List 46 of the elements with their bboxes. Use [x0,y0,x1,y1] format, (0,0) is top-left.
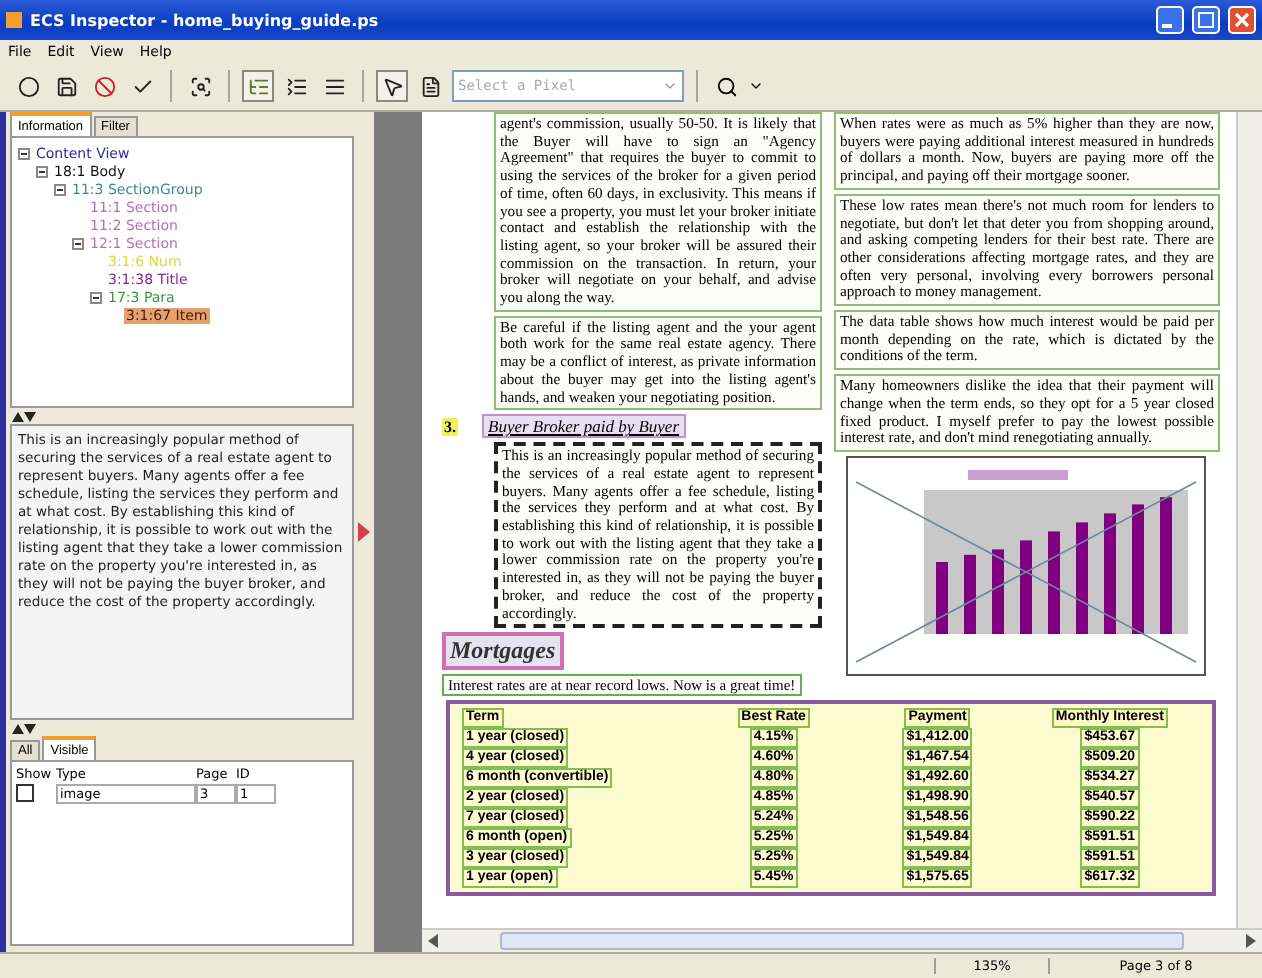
chart-bar [936,561,948,634]
section-title: Mortgages [442,632,564,671]
circle-icon [17,75,39,97]
left-arrow-icon [428,934,438,948]
splitter-arrows-icon[interactable] [12,723,36,733]
pointer-icon [381,75,403,97]
check-icon [131,75,153,97]
chart-bar [1020,540,1032,634]
chart-title-bar [968,469,1068,480]
section-heading: Buyer Broker paid by Buyer [482,414,686,439]
list-view-icon [285,75,307,97]
collapse-icon[interactable] [54,183,66,195]
pointer-button[interactable] [376,70,408,102]
stop-icon [93,75,115,97]
dropdown-icon [662,78,678,94]
chart-bar [1160,497,1172,634]
horizontal-scrollbar[interactable] [422,928,1262,952]
chart-bar [1076,522,1088,634]
page-icon [419,75,441,97]
text-lines-icon [323,75,345,97]
section-number: 3. [442,417,458,436]
vertical-scrollbar[interactable] [1236,112,1262,928]
chart-bar [1048,531,1060,634]
chart-bar [964,554,976,634]
collapse-icon[interactable] [72,237,84,249]
save-icon [55,75,77,97]
splitter-arrows-icon[interactable] [12,411,36,421]
search-icon [715,75,737,97]
close-icon[interactable] [1228,6,1256,34]
tree-view-icon [247,75,269,97]
collapse-icon[interactable] [90,291,102,303]
maximize-icon[interactable] [1192,6,1220,34]
chart-bar [1104,513,1116,634]
chart-bar [1132,504,1144,634]
triangle-icon[interactable] [358,522,370,542]
dropdown-icon[interactable] [748,78,764,94]
right-arrow-icon [1246,934,1256,948]
collapse-icon[interactable] [36,165,48,177]
window-title: ECS Inspector - home_buying_guide.ps [30,11,381,29]
chart-bar [992,549,1004,634]
tree-view-button[interactable] [242,70,274,102]
app-icon [6,12,22,28]
checkbox[interactable] [16,784,34,802]
minimize-icon[interactable] [1156,6,1184,34]
search-icon [189,75,211,97]
collapse-icon[interactable] [18,147,30,159]
